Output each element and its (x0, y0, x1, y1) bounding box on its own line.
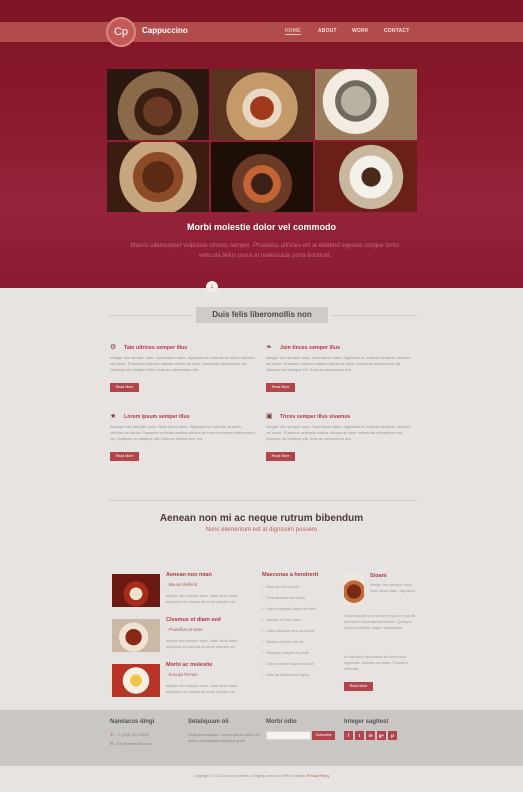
post-thumbnail[interactable] (112, 664, 160, 697)
trophy-icon: ★ (110, 413, 117, 420)
gallery-image[interactable] (211, 69, 313, 140)
post-text: Integer nec semper nunc. Nam lacus diam,… (166, 594, 239, 604)
feature-title: Lorem ipsum semper illus (124, 414, 190, 420)
list-item[interactable]: › Aliquam a sapien id pede (262, 651, 309, 655)
side-text: Donec lacinia sem a nisl tempor vel iacu… (344, 614, 416, 630)
feature-text: Integer nec semper nunc. Nam lacus diam,… (110, 355, 255, 372)
post-thumbnail[interactable] (112, 574, 160, 607)
post-title[interactable]: Aenean non mian (166, 572, 212, 578)
feature-text: Integer nec semper nunc. Nam lacus diam,… (266, 355, 411, 372)
arrow-icon: › (262, 673, 264, 677)
read-more-button[interactable]: Read More (266, 383, 295, 392)
list-item[interactable]: › Donec egestas diam sed nibh (262, 607, 316, 611)
arrow-icon: › (262, 618, 264, 622)
gallery-image[interactable] (211, 141, 313, 212)
nav-home[interactable]: Home (285, 28, 301, 35)
divider (108, 315, 193, 316)
read-more-button[interactable]: Read More (266, 452, 295, 461)
post-title[interactable]: Cleamus et diam sed (166, 617, 221, 623)
phone-icon: ✆ (110, 732, 114, 737)
post-text: Integer nec semper nunc. Nam lacus diam,… (166, 639, 239, 649)
gear-icon: ⚙ (110, 344, 117, 351)
post-thumbnail[interactable] (112, 619, 160, 652)
footer-email[interactable]: ✉ info@demolink.com (110, 741, 152, 747)
side-subtext: Integer nec semper nunc. Nam lacus diam,… (370, 583, 417, 593)
read-more-button[interactable]: Read More (344, 682, 373, 691)
footer-heading: Integer sagitest (344, 719, 389, 725)
footer-phone[interactable]: ✆ +1 (111) 323 5433 (110, 732, 149, 738)
subscribe-button[interactable]: Subscribe (312, 731, 335, 740)
list-item[interactable]: › Donec sapien diam sed nibh (262, 662, 314, 666)
arrow-icon: › (262, 640, 264, 644)
feature-text: Aliquam nec semper nunc. Nam lacus diam,… (110, 424, 255, 441)
gallery-image[interactable] (315, 141, 417, 212)
list-item[interactable]: › Pellentesque sed tortor (262, 596, 305, 600)
divider (331, 315, 417, 316)
nav-contact[interactable]: Contact (384, 28, 409, 34)
list-item[interactable]: › Cras vehicula nunc sed urna (262, 629, 314, 633)
arrow-icon: › (262, 662, 264, 666)
post-title[interactable]: Morbi ac molestie (166, 662, 212, 668)
section-subtitle: Nunc elementum est at dignissim posuere (205, 527, 318, 533)
post-subtitle: - Phasellus sit amet (166, 627, 203, 632)
copyright: Copyright © 2015 Company Name. All right… (193, 774, 330, 778)
navbar (0, 22, 523, 42)
feature-text: Integer nec semper nunc. Nam lacus diam,… (266, 424, 411, 441)
mail-icon: ✉ (110, 741, 114, 746)
side-thumbnail[interactable] (344, 574, 364, 606)
read-more-button[interactable]: Read More (110, 383, 139, 392)
linkedin-icon[interactable]: in (366, 731, 375, 740)
feature-title: Join tinces semper illus (280, 345, 341, 351)
footer-heading: Morbi odio (266, 719, 297, 725)
pinterest-icon[interactable]: p (388, 731, 397, 740)
gift-icon: ▣ (266, 413, 273, 420)
leaf-icon: ❧ (266, 344, 272, 351)
google-plus-icon[interactable]: g+ (377, 731, 386, 740)
list-item[interactable]: › Duis ac elementum ligula (262, 673, 309, 677)
section-title: Aenean non mi ac neque rutrum bibendum (159, 513, 364, 524)
footer-heading: Setaliquam oli (188, 719, 229, 725)
side-title: Sioani (370, 573, 387, 579)
divider (108, 500, 417, 501)
feature-title: Trices semper illus vivamus (280, 414, 351, 420)
gallery-image[interactable] (107, 69, 209, 140)
twitter-icon[interactable]: t (355, 731, 364, 740)
logo[interactable]: Cp (106, 17, 136, 47)
footer-text: amet, consectetur adipiscing elit. (188, 738, 247, 743)
image-gallery (107, 69, 417, 212)
facebook-icon[interactable]: f (344, 731, 353, 740)
read-more-button[interactable]: Read More (110, 452, 139, 461)
post-text: Integer nec semper nunc. Nam lacus diam,… (166, 684, 239, 694)
privacy-link[interactable]: Privacy Policy (307, 774, 329, 778)
hero-text: Mauris ullamcorper vulputate ultrices se… (130, 243, 400, 259)
arrow-icon: › (262, 585, 264, 589)
features-title: Duis felis liberomollis non (196, 307, 328, 323)
footer-heading: Namlacus dingi (110, 719, 155, 725)
gallery-image[interactable] (107, 141, 209, 212)
gallery-image[interactable] (315, 69, 417, 140)
side-text: At nisl dui in accumsan at lorem arcu di… (344, 655, 408, 671)
scroll-down-icon[interactable]: ↓ (206, 281, 218, 293)
list-item[interactable]: › Nullam ultricies nisl id (262, 640, 303, 644)
post-subtitle: - Suscipit fermen (166, 672, 198, 677)
nav-about[interactable]: About (318, 28, 337, 34)
list-title: Maecenas a hendrerit (262, 572, 319, 578)
newsletter-input[interactable] (266, 731, 311, 740)
list-item[interactable]: › Integer vel felis urna (262, 618, 300, 622)
hero-title: Morbi molestie dolor vel commodo (186, 222, 337, 232)
nav-work[interactable]: Work (352, 28, 369, 34)
brand-name[interactable]: Cappuccino (142, 26, 188, 35)
post-subtitle: - Mauris eleifend (166, 582, 197, 587)
arrow-icon: › (262, 651, 264, 655)
list-item[interactable]: › Nunc at orci ut quis (262, 585, 299, 589)
feature-title: Tate ultrices semper illus (124, 345, 188, 351)
arrow-icon: › (262, 596, 264, 600)
footer (0, 710, 523, 766)
arrow-icon: › (262, 607, 264, 611)
arrow-icon: › (262, 629, 264, 633)
